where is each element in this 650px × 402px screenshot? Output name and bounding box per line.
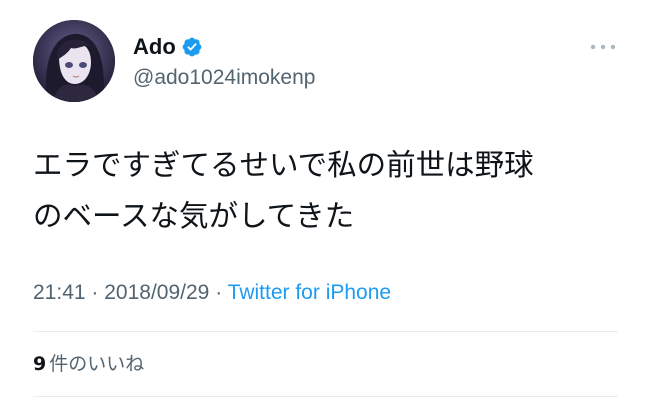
tweet-text-line: エラですぎてるせいで私の前世は野球 xyxy=(33,148,534,182)
verified-badge-icon xyxy=(182,37,202,57)
anime-girl-avatar-image xyxy=(33,20,115,102)
display-name[interactable]: Ado xyxy=(133,34,176,60)
meta-separator: · xyxy=(215,281,223,304)
user-name-row: Ado xyxy=(133,33,203,61)
user-handle[interactable]: @ado1024imokenp xyxy=(133,66,315,90)
tweet-source-link[interactable]: Twitter for iPhone xyxy=(228,281,391,304)
tweet-text: エラですぎてるせいで私の前世は野球 のベースな気がしてきた xyxy=(33,140,623,242)
meta-separator: · xyxy=(91,281,99,304)
tweet-date[interactable]: 2018/09/29 xyxy=(104,281,209,304)
likes-count: 9 xyxy=(33,353,47,375)
likes-label: 件のいいね xyxy=(49,353,145,375)
avatar[interactable] xyxy=(33,20,115,102)
tweet-text-line: のベースな気がしてきた xyxy=(33,199,355,233)
likes-row[interactable]: 9 件のいいね xyxy=(33,349,144,376)
divider xyxy=(33,331,618,332)
tweet-meta: 21:41 · 2018/09/29 · Twitter for iPhone xyxy=(33,281,391,305)
tweet-time[interactable]: 21:41 xyxy=(33,281,86,304)
more-horizontal-icon[interactable] xyxy=(588,38,618,56)
divider xyxy=(33,396,618,397)
